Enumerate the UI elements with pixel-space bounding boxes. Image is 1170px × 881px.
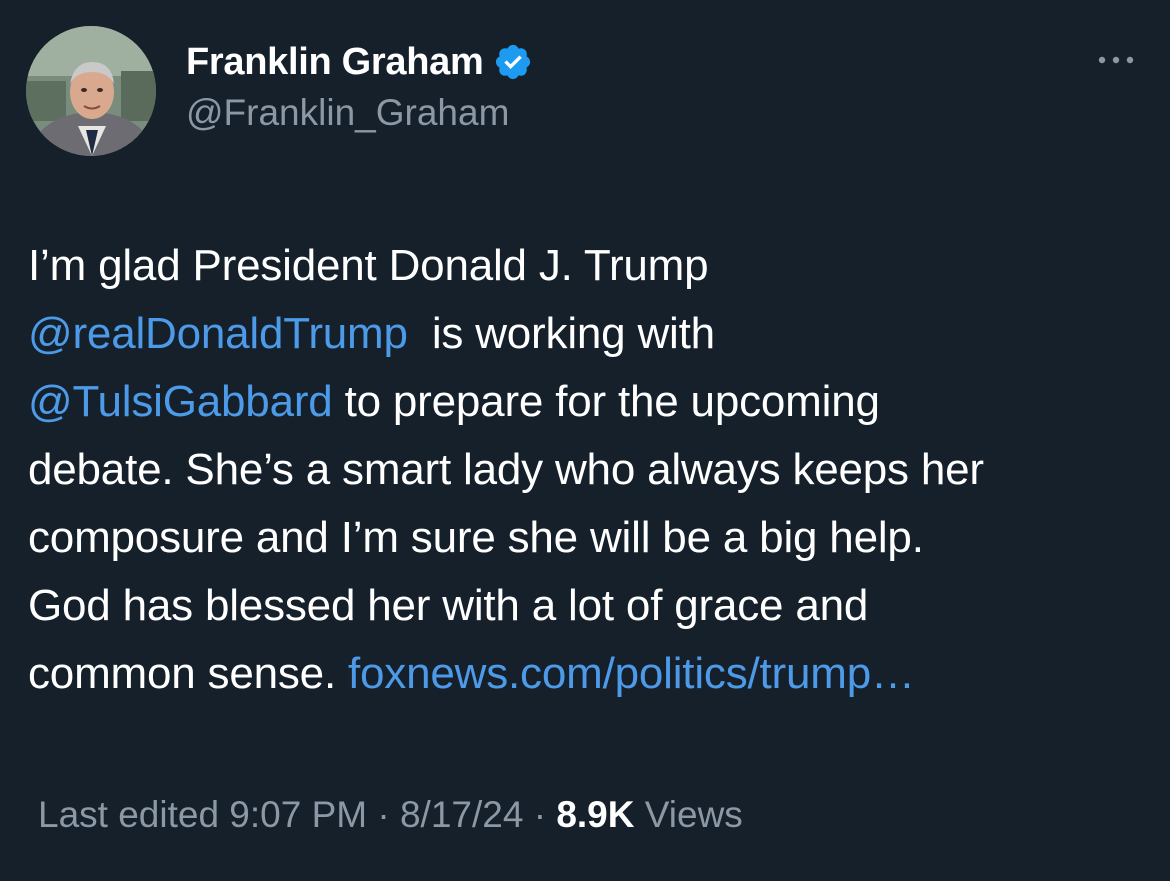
- tweet-card: Franklin Graham @Franklin_Graham I’m gla…: [0, 0, 1170, 881]
- tweet-text-line: debate. She’s a smart lady who always ke…: [28, 445, 984, 494]
- verified-badge-icon: [493, 42, 533, 82]
- author-name-row: Franklin Graham: [186, 38, 533, 86]
- avatar-image: [26, 26, 156, 156]
- tweet-text-line: composure and I’m sure she will be a big…: [28, 513, 924, 562]
- tweet-text-line: God has blessed her with a lot of grace …: [28, 581, 869, 630]
- last-edited-timestamp[interactable]: Last edited 9:07 PM · 8/17/24: [38, 794, 523, 835]
- tweet-text-line: I’m glad President Donald J. Trump: [28, 241, 709, 290]
- meta-separator: ·: [523, 794, 557, 835]
- tweet-text-segment: common sense.: [28, 649, 349, 698]
- views-count: 8.9K: [556, 794, 635, 835]
- author-display-name[interactable]: Franklin Graham: [186, 41, 484, 84]
- more-options-icon[interactable]: [1092, 48, 1140, 72]
- tweet-text-segment: is working with: [407, 309, 715, 358]
- mention-realdonaldtrump-link[interactable]: @realDonaldTrump: [28, 309, 408, 358]
- author-handle[interactable]: @Franklin_Graham: [186, 92, 509, 134]
- tweet-text: I’m glad President Donald J. Trump @real…: [28, 232, 1148, 708]
- mention-tulsigabbard-link[interactable]: @TulsiGabbard: [28, 377, 333, 426]
- tweet-metadata: Last edited 9:07 PM · 8/17/24 · 8.9K Vie…: [38, 794, 743, 836]
- avatar[interactable]: [26, 26, 156, 156]
- foxnews-article-link[interactable]: foxnews.com/politics/trump…: [348, 649, 915, 698]
- tweet-text-segment: to prepare for the upcoming: [332, 377, 880, 426]
- views-label: Views: [634, 794, 743, 835]
